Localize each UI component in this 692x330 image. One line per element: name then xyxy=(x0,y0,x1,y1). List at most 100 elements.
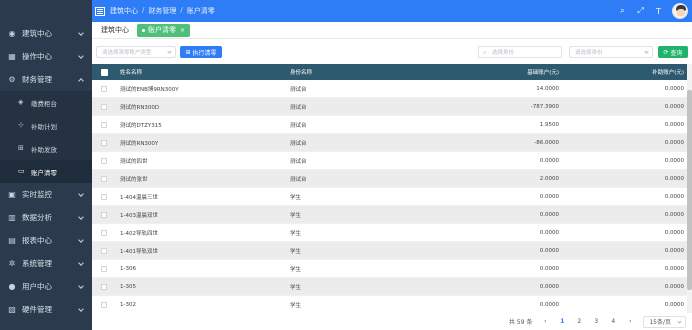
next-page-button[interactable]: › xyxy=(626,318,634,325)
page-3[interactable]: 3 xyxy=(592,318,600,325)
row-checkbox[interactable] xyxy=(101,301,107,308)
sidebar-item-hardware-management[interactable]: ▧ 硬件管理 xyxy=(0,298,92,321)
cell-subsidy-balance: 0.0000 xyxy=(664,265,684,272)
cell-subsidy-balance: 0.0000 xyxy=(664,103,684,110)
row-checkbox-cell xyxy=(92,121,116,128)
search-icon[interactable]: ⌕ xyxy=(618,6,627,16)
row-checkbox[interactable] xyxy=(101,265,107,272)
execute-clear-button[interactable]: ⊞ 执行清零 xyxy=(180,46,222,58)
sidebar-item-user-center[interactable]: ● 用户中心 xyxy=(0,275,92,298)
sidebar-item-finance[interactable]: ⚙ 财务管理 xyxy=(0,68,92,91)
cell-basic-balance: 14.0000 xyxy=(536,85,559,92)
cell-role: 学生 xyxy=(290,248,302,255)
report-icon: ▤ xyxy=(8,235,16,245)
page-4[interactable]: 4 xyxy=(609,318,617,325)
prev-page-button[interactable]: ‹ xyxy=(541,318,549,325)
table-row[interactable]: 1-404温晨三世 学生 0.0000 0.0000 xyxy=(92,188,688,206)
table-row[interactable]: 1-401导轨双世 学生 0.0000 0.0000 xyxy=(92,242,688,260)
table-row[interactable]: 测试的RN300Y 测试台 -86.0000 0.0000 xyxy=(92,134,688,152)
chevron-down-icon xyxy=(78,260,84,266)
cell-subsidy-balance: 0.0000 xyxy=(664,139,684,146)
cell-basic-balance: 0.0000 xyxy=(539,157,559,164)
sidebar-subitem-subsidy-grant[interactable]: ⊞ 补助发放 xyxy=(0,137,92,160)
column-header-role[interactable]: 身份名称 xyxy=(286,68,406,76)
cell-role: 学生 xyxy=(290,212,302,219)
sidebar-item-system-management[interactable]: ✲ 系统管理 xyxy=(0,252,92,275)
sidebar-item-data-analysis[interactable]: ▥ 数据分析 xyxy=(0,206,92,229)
row-checkbox-cell xyxy=(92,283,116,290)
chevron-down-icon xyxy=(78,214,84,220)
cell-name: 1-302 xyxy=(120,301,136,308)
fullscreen-icon[interactable]: ⤢ xyxy=(636,6,645,16)
breadcrumb: 建筑中心 / 财务管理 / 账户清零 xyxy=(110,6,215,16)
sidebar-brand xyxy=(0,0,92,22)
table-row[interactable]: 测试的张世 测试台 2.0000 0.0000 xyxy=(92,170,688,188)
role-select[interactable]: ⌕ 选择身份 xyxy=(478,46,562,58)
column-header-name[interactable]: 姓名名称 xyxy=(116,68,286,76)
column-header-basic[interactable]: 基础账户(元) xyxy=(406,68,561,76)
row-checkbox[interactable] xyxy=(101,139,107,146)
row-checkbox[interactable] xyxy=(101,103,107,110)
tag-account-clear[interactable]: 账户清零 × xyxy=(137,23,191,37)
table-row[interactable]: 测试的RN300D 测试台 -787.3900 0.0000 xyxy=(92,98,688,116)
row-checkbox[interactable] xyxy=(101,211,107,218)
role-filter-select[interactable]: 请选择身份 xyxy=(569,46,653,58)
breadcrumb-item[interactable]: 财务管理 xyxy=(148,6,176,16)
account-type-select[interactable]: 请选择清零账户类型 xyxy=(96,46,176,58)
row-checkbox[interactable] xyxy=(101,247,107,254)
row-checkbox[interactable] xyxy=(101,175,107,182)
table-row[interactable]: 1-306 学生 0.0000 0.0000 xyxy=(92,260,688,278)
scrollbar-thumb[interactable] xyxy=(687,90,692,290)
cell-role: 学生 xyxy=(290,302,302,309)
avatar[interactable] xyxy=(672,3,688,19)
row-checkbox-cell xyxy=(92,247,116,254)
chart-icon: ▥ xyxy=(8,212,16,222)
select-all-checkbox[interactable] xyxy=(100,68,108,76)
page-size-select[interactable]: 15条/页 xyxy=(643,315,686,328)
column-header-subsidy[interactable]: 补助账户(元) xyxy=(561,68,686,76)
row-checkbox[interactable] xyxy=(101,193,107,200)
row-checkbox-cell xyxy=(92,193,116,200)
sidebar-subitem-account-clear[interactable]: ▭ 账户清零 xyxy=(0,160,92,183)
sidebar-item-realtime-monitor[interactable]: ▣ 实时监控 xyxy=(0,183,92,206)
sidebar-item-label: 报表中心 xyxy=(22,236,52,245)
font-size-icon[interactable]: T xyxy=(654,7,663,16)
grant-icon: ⊞ xyxy=(18,144,24,152)
row-checkbox[interactable] xyxy=(101,157,107,164)
row-checkbox[interactable] xyxy=(101,283,107,290)
sidebar-item-building-center[interactable]: ◉ 建筑中心 xyxy=(0,22,92,45)
sidebar-item-operation-center[interactable]: ▦ 操作中心 xyxy=(0,45,92,68)
table-row[interactable]: 测试的四世 测试台 0.0000 0.0000 xyxy=(92,152,688,170)
row-checkbox[interactable] xyxy=(101,121,107,128)
sidebar-item-label: 系统管理 xyxy=(22,259,52,268)
cell-role: 学生 xyxy=(290,194,302,201)
page-2[interactable]: 2 xyxy=(575,318,583,325)
table-row[interactable]: 测试的DTZY315 测试台 1.9500 0.0000 xyxy=(92,116,688,134)
sidebar-subitem-payment-counter[interactable]: ◈ 缴费柜台 xyxy=(0,91,92,114)
tag-home[interactable]: 建筑中心 xyxy=(96,24,134,37)
close-icon[interactable]: × xyxy=(180,27,185,34)
table-row[interactable]: 1-403温晨双世 学生 0.0000 0.0000 xyxy=(92,206,688,224)
table-row[interactable]: 1-402导轨四世 学生 0.0000 0.0000 xyxy=(92,224,688,242)
row-checkbox[interactable] xyxy=(101,85,107,92)
cell-basic-balance: 0.0000 xyxy=(539,229,559,236)
select-placeholder: 请选择身份 xyxy=(575,50,603,56)
table-row[interactable]: 1-302 学生 0.0000 0.0000 xyxy=(92,296,688,313)
sidebar-item-report-center[interactable]: ▤ 报表中心 xyxy=(0,229,92,252)
menu-toggle-icon[interactable] xyxy=(95,6,105,16)
row-checkbox-cell xyxy=(92,139,116,146)
cell-name: 1-403温晨双世 xyxy=(120,212,158,219)
sidebar: ◉ 建筑中心 ▦ 操作中心 ⚙ 财务管理 ◈ 缴费柜台 ⊹ 补助计划 ⊞ 补助发… xyxy=(0,0,92,330)
table-scrollbar[interactable] xyxy=(687,64,692,313)
sidebar-subitem-subsidy-plan[interactable]: ⊹ 补助计划 xyxy=(0,114,92,137)
pagination: 共 59 条 ‹ 1 2 3 4 › 15条/页 xyxy=(92,313,692,330)
page-1[interactable]: 1 xyxy=(558,318,566,325)
query-button[interactable]: ⟳ 查询 xyxy=(658,46,688,58)
cell-role: 学生 xyxy=(290,284,302,291)
chevron-down-icon xyxy=(78,283,84,289)
table-row[interactable]: 1-305 学生 0.0000 0.0000 xyxy=(92,278,688,296)
table-row[interactable]: 测试的ENB博9RN300Y 测试台 14.0000 0.0000 xyxy=(92,80,688,98)
breadcrumb-item[interactable]: 建筑中心 xyxy=(110,6,138,16)
row-checkbox[interactable] xyxy=(101,229,107,236)
toolbar: 请选择清零账户类型 ⊞ 执行清零 ⌕ 选择身份 请选择身份 ⟳ 查询 xyxy=(92,40,692,64)
